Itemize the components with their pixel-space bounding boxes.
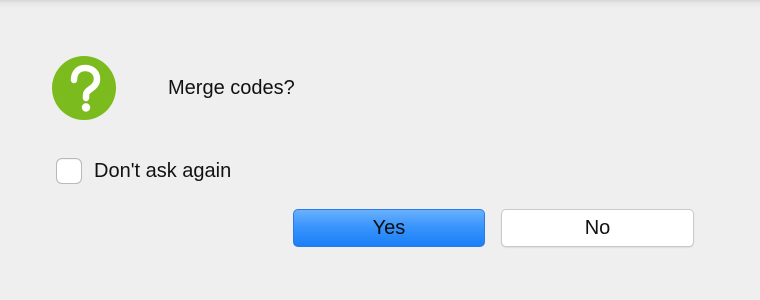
yes-button[interactable]: Yes [293,209,485,247]
question-icon [52,56,116,120]
title-edge-shadow [0,0,760,8]
merge-codes-dialog: Merge codes? Don't ask again Yes No [0,0,760,300]
dont-ask-again-checkbox[interactable] [56,158,82,184]
dont-ask-again-option[interactable]: Don't ask again [56,156,231,186]
dont-ask-again-label[interactable]: Don't ask again [94,160,231,183]
no-button[interactable]: No [501,209,694,247]
dialog-message: Merge codes? [168,77,295,99]
